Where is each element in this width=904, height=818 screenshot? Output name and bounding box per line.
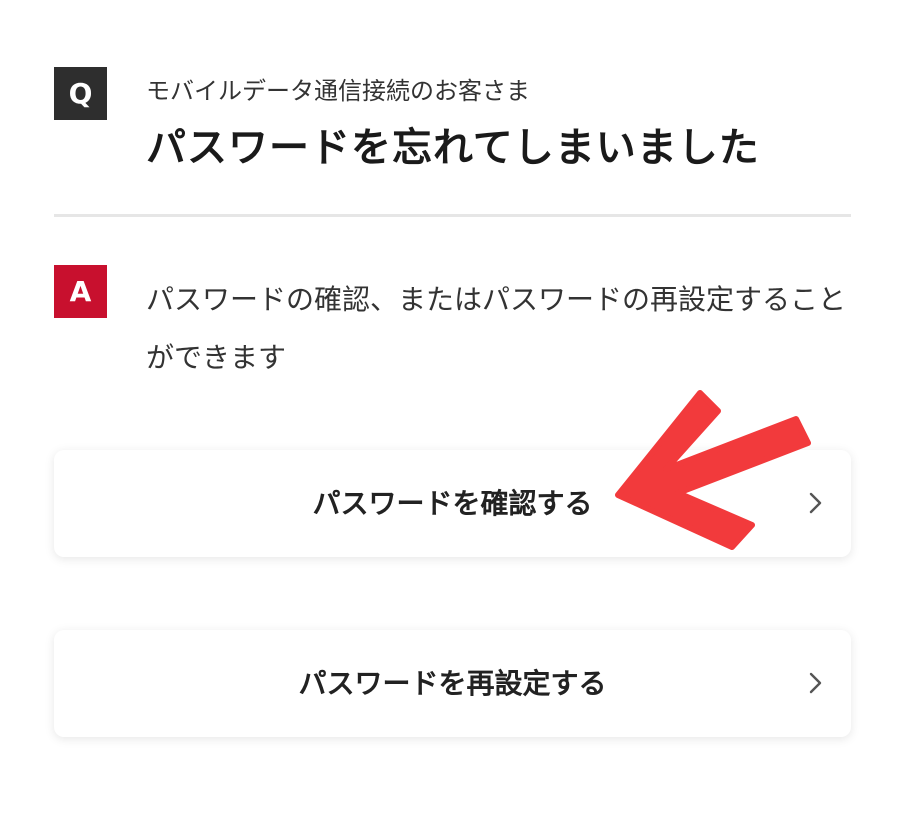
- question-subtitle: モバイルデータ通信接続のお客さま: [146, 77, 530, 105]
- check-password-label: パスワードを確認する: [312, 487, 593, 520]
- answer-badge: A: [54, 265, 107, 318]
- question-badge: Q: [54, 67, 107, 120]
- divider: [54, 214, 851, 217]
- chevron-right-icon: [809, 492, 822, 514]
- chevron-right-icon: [809, 672, 822, 694]
- question-title: パスワードを忘れてしまいました: [146, 125, 760, 171]
- check-password-button[interactable]: パスワードを確認する: [54, 450, 851, 557]
- reset-password-button[interactable]: パスワードを再設定する: [54, 630, 851, 737]
- faq-page: Q モバイルデータ通信接続のお客さま パスワードを忘れてしまいました A パスワ…: [0, 0, 904, 818]
- answer-text: パスワードの確認、またはパスワードの再設定することができます: [146, 283, 847, 374]
- reset-password-label: パスワードを再設定する: [298, 667, 607, 700]
